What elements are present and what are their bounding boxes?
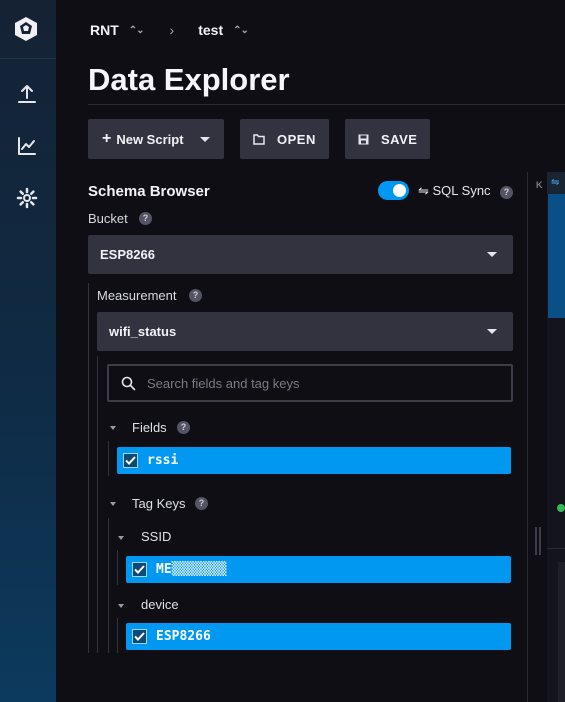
help-icon[interactable]: ? [195, 497, 208, 510]
new-script-label: New Script [116, 131, 184, 147]
upload-icon[interactable] [15, 82, 39, 106]
sort-icon[interactable]: ⌃⌄ [129, 25, 145, 36]
sort-icon[interactable]: ⌃⌄ [233, 25, 249, 36]
chevron-right-icon: › [169, 22, 175, 38]
fields-label: Fields [132, 420, 167, 435]
bucket-label: Bucket [88, 211, 128, 226]
tree-guide [108, 441, 109, 476]
search-box [107, 364, 513, 402]
tag-keys-label: Tag Keys [132, 496, 186, 511]
resize-handle[interactable] [535, 527, 541, 555]
field-name: rssi [147, 453, 179, 468]
tree-guide [117, 618, 118, 653]
help-icon[interactable]: ? [139, 212, 152, 225]
logo-icon[interactable] [13, 16, 39, 42]
collapse-label[interactable]: K [536, 180, 543, 190]
plus-icon: + [102, 130, 112, 147]
save-label: SAVE [381, 131, 418, 147]
sql-sync-toggle[interactable] [378, 181, 409, 200]
page-title: Data Explorer [88, 62, 290, 97]
open-label: OPEN [277, 131, 316, 147]
chevron-down-icon [487, 329, 497, 334]
panel-divider [547, 548, 565, 549]
breadcrumb-org[interactable]: RNT [90, 22, 119, 38]
save-icon [358, 134, 369, 144]
breadcrumb: RNT ⌃⌄ › test ⌃⌄ [90, 20, 249, 40]
sql-sync-label: ⇋ SQL Sync [418, 183, 491, 198]
bucket-dropdown[interactable]: ESP8266 [88, 235, 513, 274]
check-icon [125, 456, 136, 465]
tree-guide [97, 356, 98, 653]
tree-guide [108, 518, 109, 653]
tree-guide [88, 283, 89, 653]
measurement-value: wifi_status [109, 324, 177, 339]
chevron-down-icon [487, 252, 497, 257]
help-icon[interactable]: ? [189, 289, 202, 302]
checkbox[interactable] [132, 562, 147, 577]
title-divider [88, 104, 565, 105]
results-area [558, 562, 565, 702]
search-input[interactable] [147, 374, 497, 392]
new-script-button[interactable]: + New Script [88, 119, 224, 159]
open-button[interactable]: OPEN [240, 119, 329, 159]
tree-guide [117, 550, 118, 585]
panel-divider [527, 172, 528, 702]
editor-selection [548, 194, 565, 318]
help-icon[interactable]: ? [500, 186, 513, 199]
caret-down-icon[interactable] [118, 536, 124, 540]
bucket-value: ESP8266 [100, 247, 155, 262]
sync-icon[interactable]: ⇋ [551, 177, 559, 188]
tag-value-name: ME▒▒▒▒▒▒▒ [156, 562, 227, 577]
check-icon [134, 632, 145, 641]
checkbox[interactable] [123, 453, 138, 468]
folder-icon [253, 133, 265, 145]
tag-value-device[interactable]: ESP8266 [126, 623, 511, 650]
measurement-dropdown[interactable]: wifi_status [97, 312, 513, 351]
schema-browser-title: Schema Browser [88, 183, 210, 200]
caret-down-icon[interactable] [110, 426, 116, 430]
gear-icon[interactable] [15, 186, 39, 210]
status-dot [557, 504, 565, 512]
search-icon [121, 376, 136, 391]
nav-sidebar [0, 0, 56, 702]
tag-value-name: ESP8266 [156, 629, 211, 644]
tag-key-ssid: SSID [141, 529, 172, 544]
chart-icon[interactable] [15, 134, 39, 158]
measurement-label: Measurement [97, 288, 177, 303]
sidebar-divider [0, 58, 56, 59]
tag-value-ssid[interactable]: ME▒▒▒▒▒▒▒ [126, 556, 511, 583]
breadcrumb-bucket[interactable]: test [198, 22, 223, 38]
check-icon [134, 565, 145, 574]
help-icon[interactable]: ? [177, 421, 190, 434]
caret-down-icon[interactable] [110, 502, 116, 506]
caret-down-icon[interactable] [118, 604, 124, 608]
tag-key-device: device [141, 597, 179, 612]
checkbox[interactable] [132, 629, 147, 644]
chevron-down-icon [199, 136, 210, 142]
field-item-rssi[interactable]: rssi [117, 447, 511, 474]
save-button[interactable]: SAVE [345, 119, 430, 159]
